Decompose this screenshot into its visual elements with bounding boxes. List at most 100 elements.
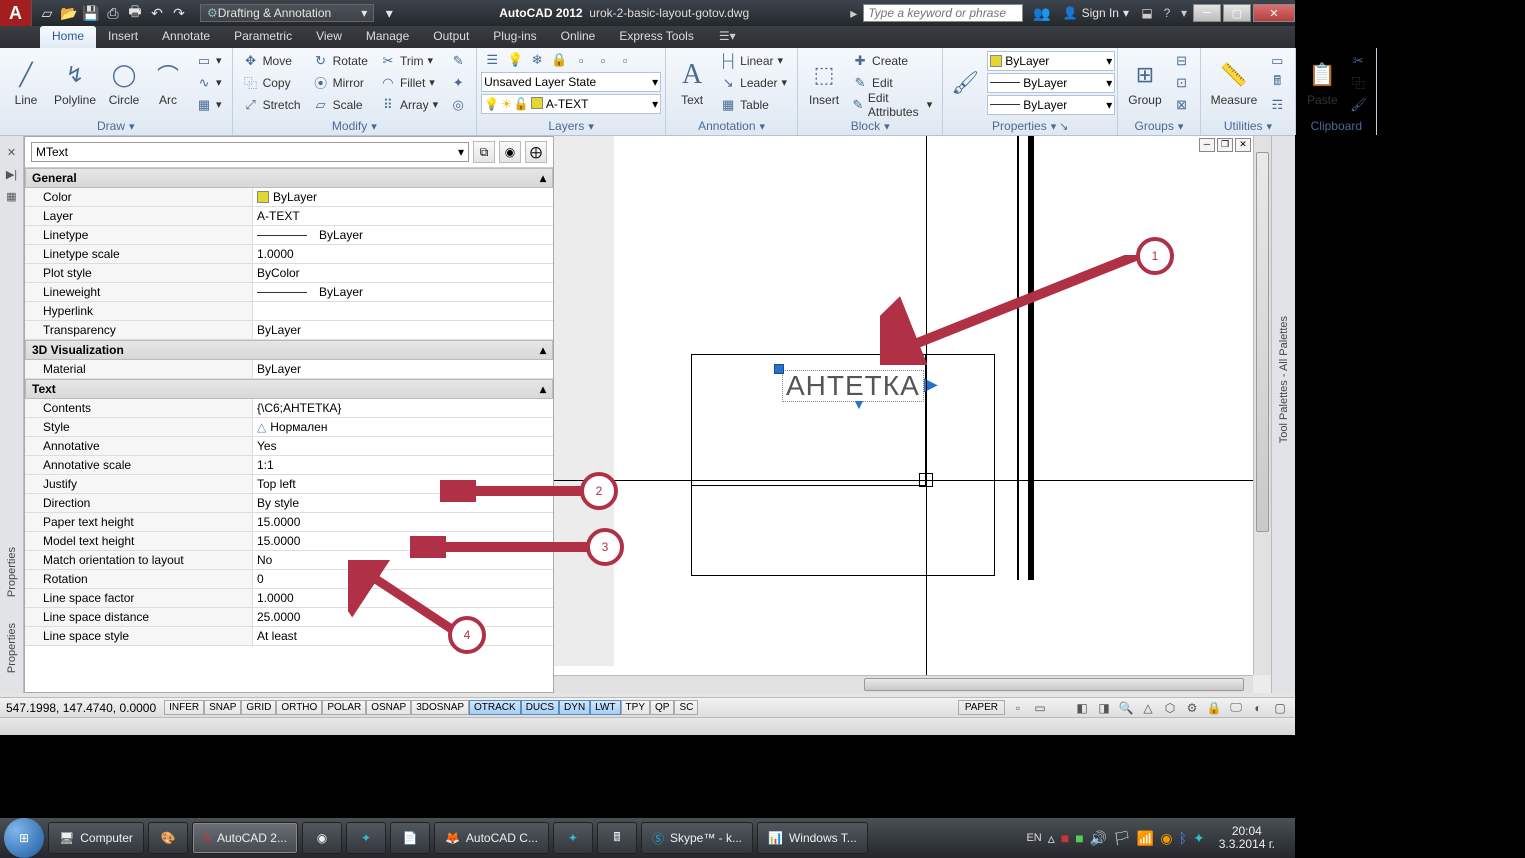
task-autocad[interactable]: AAutoCAD 2... bbox=[192, 822, 298, 854]
chevron-down-icon[interactable]: ▾ bbox=[1177, 6, 1191, 20]
tab-online[interactable]: Online bbox=[549, 26, 608, 48]
plot-icon[interactable]: 🖶 bbox=[126, 4, 144, 22]
line-button[interactable]: ╱Line bbox=[4, 57, 48, 109]
tab-parametric[interactable]: Parametric bbox=[222, 26, 304, 48]
network-icon[interactable]: 📶 bbox=[1137, 830, 1154, 847]
layerlock-button[interactable]: 🔒 bbox=[549, 50, 569, 70]
pickadd-button[interactable]: ⨁ bbox=[525, 141, 547, 163]
paste-button[interactable]: 📋Paste bbox=[1300, 57, 1344, 109]
prop-row[interactable]: Model text height15.0000 bbox=[25, 532, 553, 551]
scrollbar-vertical[interactable] bbox=[1253, 136, 1271, 675]
toggle-qp[interactable]: QP bbox=[650, 700, 674, 715]
toolpalettes-strip[interactable]: Tool Palettes - All Palettes bbox=[1271, 136, 1295, 693]
prop-row[interactable]: Color ByLayer bbox=[25, 188, 553, 207]
hatch-button[interactable]: ▦▾ bbox=[194, 95, 224, 115]
toggle-osnap[interactable]: OSNAP bbox=[366, 700, 411, 715]
prop-row[interactable]: DirectionBy style bbox=[25, 494, 553, 513]
prop-row[interactable]: TransparencyByLayer bbox=[25, 321, 553, 340]
save-icon[interactable]: 💾 bbox=[82, 4, 100, 22]
layerstate-dropdown[interactable]: Unsaved Layer State▾ bbox=[481, 72, 661, 92]
scale-button[interactable]: ▱Scale bbox=[311, 95, 370, 115]
lineweight-dropdown[interactable]: ByLayer▾ bbox=[987, 95, 1115, 115]
panel-block-label[interactable]: Block ▾ bbox=[798, 117, 942, 135]
panelmenu-icon[interactable]: ▦ bbox=[4, 188, 20, 204]
drawing-area[interactable]: АНТЕТКА ▶ ▼ ─ ❐ ✕ bbox=[554, 136, 1271, 693]
array-button[interactable]: ⠿Array ▾ bbox=[378, 95, 440, 115]
layeroff-button[interactable]: ❄ bbox=[527, 50, 547, 70]
action-center-icon[interactable]: 🏳 bbox=[1113, 830, 1131, 847]
layermore2-button[interactable]: ▫ bbox=[593, 50, 613, 70]
grip-arrow-icon[interactable]: ▼ bbox=[852, 396, 866, 412]
annoauto-icon[interactable]: ⬡ bbox=[1161, 699, 1179, 717]
text-button[interactable]: AText bbox=[670, 57, 714, 109]
toggle-snap[interactable]: SNAP bbox=[204, 700, 241, 715]
prop-category[interactable]: General▴ bbox=[25, 168, 553, 188]
layout-maximize-icon[interactable]: ▭ bbox=[1031, 699, 1049, 717]
language-indicator[interactable]: EN bbox=[1026, 832, 1041, 844]
tab-expresstools[interactable]: Express Tools bbox=[607, 26, 705, 48]
toggle-grid[interactable]: GRID bbox=[241, 700, 276, 715]
bluetooth-icon[interactable]: ᛒ bbox=[1179, 830, 1187, 846]
polyline-button[interactable]: ↯Polyline bbox=[48, 57, 102, 109]
panel-utilities-label[interactable]: Utilities ▾ bbox=[1201, 117, 1296, 135]
explode-button[interactable]: ✦ bbox=[448, 73, 468, 93]
groupedit-button[interactable]: ⊡ bbox=[1172, 73, 1192, 93]
toggle-infer[interactable]: INFER bbox=[164, 700, 204, 715]
layerprops-button[interactable]: ☰ bbox=[481, 50, 503, 70]
tray-app3-icon[interactable]: ◉ bbox=[1160, 830, 1172, 847]
scrollbar-horizontal[interactable] bbox=[554, 675, 1253, 693]
close-panel-icon[interactable]: ✕ bbox=[4, 144, 20, 160]
tab-view[interactable]: View bbox=[304, 26, 354, 48]
toggle-tpy[interactable]: TPY bbox=[621, 700, 650, 715]
app-logo-icon[interactable]: A bbox=[0, 0, 32, 26]
infocenter-expand-icon[interactable]: ▸ bbox=[850, 5, 857, 22]
toggle-dyn[interactable]: DYN bbox=[559, 700, 590, 715]
insert-button[interactable]: ⬚Insert bbox=[802, 57, 846, 109]
hardware-icon[interactable]: 🖵 bbox=[1227, 699, 1245, 717]
prop-row[interactable]: Match orientation to layoutNo bbox=[25, 551, 553, 570]
panel-groups-label[interactable]: Groups ▾ bbox=[1118, 117, 1199, 135]
panel-draw-label[interactable]: Draw ▾ bbox=[0, 117, 232, 135]
create-button[interactable]: ✚Create bbox=[850, 51, 934, 71]
task-skype[interactable]: ⓈSkype™ - k... bbox=[641, 822, 753, 854]
model-icon[interactable]: ▫ bbox=[1009, 699, 1027, 717]
coordinates[interactable]: 547.1998, 147.4740, 0.0000 bbox=[6, 701, 156, 715]
prop-row[interactable]: Line space factor1.0000 bbox=[25, 589, 553, 608]
move-button[interactable]: ✥Move bbox=[241, 51, 303, 71]
layermore1-button[interactable]: ▫ bbox=[571, 50, 591, 70]
help-icon[interactable]: ? bbox=[1157, 6, 1177, 20]
toggle-polar[interactable]: POLAR bbox=[322, 700, 366, 715]
task-chrome[interactable]: ◉ bbox=[302, 822, 342, 854]
clipcopy-button[interactable]: ⿻ bbox=[1348, 73, 1368, 93]
toggle-ortho[interactable]: ORTHO bbox=[276, 700, 322, 715]
linetype-dropdown[interactable]: ByLayer▾ bbox=[987, 73, 1115, 93]
quickselect-button[interactable]: ⧉ bbox=[473, 141, 495, 163]
annoscale-icon[interactable]: 🔍 bbox=[1117, 699, 1135, 717]
prop-row[interactable]: AnnotativeYes bbox=[25, 437, 553, 456]
prop-row[interactable]: MaterialByLayer bbox=[25, 360, 553, 379]
prop-row[interactable]: LineweightByLayer bbox=[25, 283, 553, 302]
tab-manage[interactable]: Manage bbox=[354, 26, 421, 48]
doc-restore-button[interactable]: ❐ bbox=[1217, 138, 1233, 152]
selobj-button[interactable]: ◉ bbox=[499, 141, 521, 163]
task-paint[interactable]: 🎨 bbox=[148, 822, 188, 854]
maximize-button[interactable]: ▢ bbox=[1223, 4, 1251, 22]
qat-more-icon[interactable]: ▾ bbox=[380, 4, 398, 22]
linear-button[interactable]: ├┤Linear ▾ bbox=[718, 51, 789, 71]
open-icon[interactable]: 📂 bbox=[60, 4, 78, 22]
space-toggle[interactable]: PAPER bbox=[958, 700, 1005, 715]
clock[interactable]: 20:043.3.2014 г. bbox=[1211, 825, 1283, 851]
autohide-icon[interactable]: ▶| bbox=[4, 166, 20, 182]
toggle-sc[interactable]: SC bbox=[674, 700, 698, 715]
task-computer[interactable]: 🖥Computer bbox=[48, 822, 144, 854]
tab-plugins[interactable]: Plug-ins bbox=[481, 26, 548, 48]
prop-category[interactable]: Text▴ bbox=[25, 379, 553, 399]
selection-combo[interactable]: MText▾ bbox=[31, 142, 469, 162]
start-button[interactable]: ⊞ bbox=[4, 818, 44, 858]
prop-row[interactable]: Rotation0 bbox=[25, 570, 553, 589]
selected-mtext[interactable]: АНТЕТКА ▶ ▼ bbox=[782, 370, 924, 402]
tray-app1-icon[interactable]: ■ bbox=[1061, 830, 1069, 846]
workspace-dropdown[interactable]: ⚙ Drafting & Annotation ▾ bbox=[200, 4, 374, 22]
clipmatch-button[interactable]: 🖌 bbox=[1348, 95, 1368, 115]
search-input[interactable] bbox=[863, 4, 1023, 22]
